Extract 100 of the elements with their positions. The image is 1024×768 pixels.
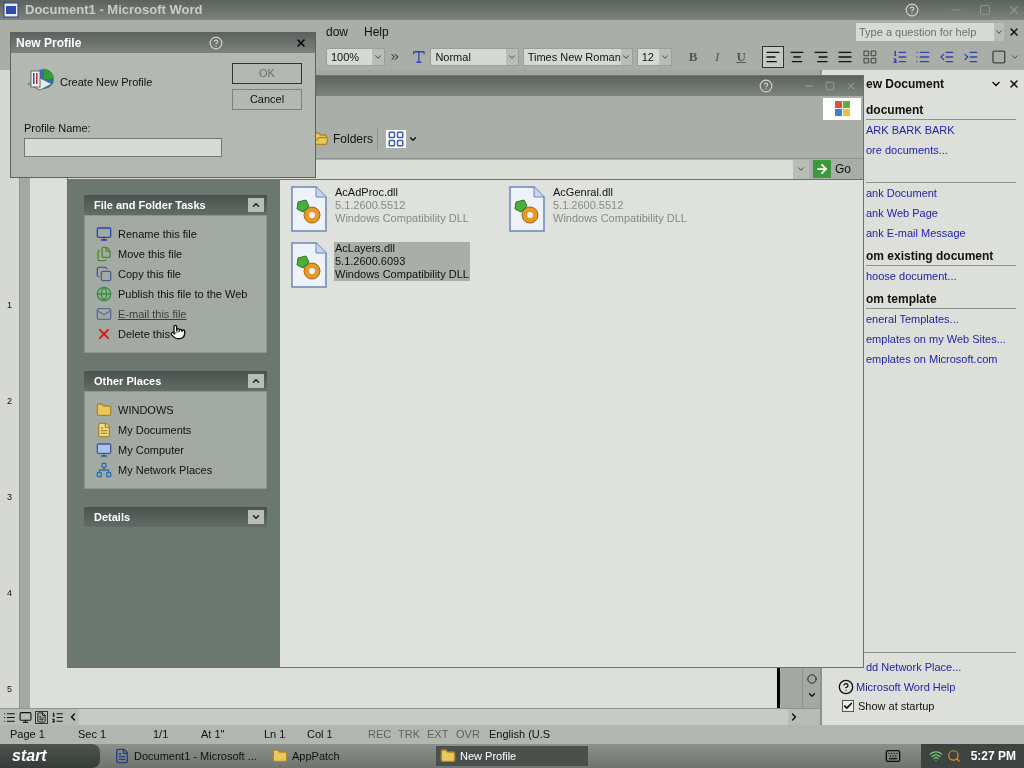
close-icon[interactable] (1008, 26, 1020, 38)
status-field: At 1" (201, 726, 264, 743)
ruler-number: 1 (7, 299, 12, 312)
font-size-combo[interactable]: 12 (636, 48, 673, 66)
help-search-field[interactable]: Type a question for help (856, 23, 1004, 41)
file-label[interactable]: AcAdProc.dll 5.1.2600.5512 Windows Compatibility DLL (334, 186, 470, 225)
status-field: Page 1 (10, 726, 78, 743)
caret-icon (660, 52, 671, 62)
folder-icon (272, 748, 288, 764)
status-field: Sec 1 (78, 726, 153, 743)
task-link[interactable]: Delete this (118, 325, 170, 343)
task-link[interactable]: Move this file (118, 245, 183, 263)
ruler-number: 5 (7, 683, 12, 696)
help-icon[interactable] (209, 36, 223, 50)
status-field: TRK (398, 726, 427, 743)
task-link[interactable]: ore documents... (866, 140, 1016, 160)
task-link[interactable]: ank E-mail Message (866, 223, 1016, 243)
taskbar-button[interactable]: AppPatch (268, 746, 420, 766)
panel-header[interactable]: Details (84, 507, 267, 527)
start-button[interactable]: start (0, 744, 100, 768)
style-combo[interactable]: Normal (430, 48, 519, 66)
styles-icon[interactable] (410, 49, 427, 65)
file-label[interactable]: AcGenral.dll 5.1.2600.5512 Windows Compatibility DLL (552, 186, 688, 225)
panel-header[interactable]: Other Places (84, 371, 267, 391)
status-field: Ln 1 (264, 726, 307, 743)
task-link[interactable]: ank Document (866, 183, 1016, 203)
normal-view-icon[interactable] (3, 710, 16, 724)
network-icon[interactable] (928, 749, 943, 763)
task-pane-title: ew Document (866, 76, 944, 93)
increase-indent-icon[interactable] (962, 49, 979, 65)
status-field: OVR (456, 726, 489, 743)
task-link[interactable]: ank Web Page (866, 203, 1016, 223)
print-layout-icon[interactable] (35, 710, 48, 724)
task-link[interactable]: eneral Templates... (866, 309, 1016, 329)
ruler-number: 2 (7, 395, 12, 408)
border-icon[interactable] (990, 49, 1007, 65)
section-heading: om existing document (866, 247, 1016, 266)
task-link[interactable]: WINDOWS (118, 401, 174, 419)
outline-view-icon[interactable] (51, 710, 64, 724)
mail-icon (96, 306, 112, 322)
horizontal-scrollbar[interactable] (79, 709, 788, 725)
documents-icon (96, 422, 112, 438)
task-link[interactable]: Publish this file to the Web (118, 285, 248, 303)
task-link[interactable]: ARK BARK BARK (866, 120, 1016, 140)
task-link[interactable]: E-mail this file (118, 305, 187, 323)
taskbar-button[interactable]: Document1 - Microsoft ... (110, 746, 262, 766)
task-link[interactable]: My Computer (118, 441, 185, 459)
status-field: English (U.S (489, 726, 579, 743)
views-button[interactable] (386, 128, 418, 150)
more-icon[interactable] (388, 51, 401, 63)
task-link[interactable]: dd Network Place... (866, 658, 962, 676)
next-page-icon[interactable] (806, 690, 817, 700)
delete-icon (96, 326, 112, 342)
clock: 5:27 PM (970, 748, 1016, 765)
font-combo[interactable]: Times New Roman (522, 48, 633, 66)
task-link[interactable]: emplates on Microsoft.com (866, 349, 1016, 369)
cancel-button[interactable]: Cancel (232, 89, 302, 110)
browse-object-icon[interactable] (806, 674, 817, 684)
align-left-button[interactable] (762, 46, 785, 68)
windows-logo (823, 98, 861, 120)
caret-icon (994, 27, 1004, 37)
align-center-icon (789, 49, 806, 65)
status-field: EXT (427, 726, 456, 743)
help-icon[interactable] (905, 3, 919, 17)
task-link[interactable]: Microsoft Word Help (856, 678, 956, 696)
caret-icon (408, 134, 418, 144)
field-label: Profile Name: (24, 121, 92, 136)
dll-file-icon (290, 186, 328, 232)
numbering-icon[interactable] (891, 49, 908, 65)
folder-icon (440, 748, 456, 764)
zoom-combo[interactable]: 100% (326, 48, 385, 66)
keyboard-icon[interactable] (884, 748, 901, 764)
expand-icon (251, 512, 261, 522)
close-icon[interactable] (1008, 78, 1020, 90)
checkbox[interactable] (842, 700, 854, 712)
panel-header[interactable]: File and Folder Tasks (84, 195, 267, 215)
task-link[interactable]: Copy this file (118, 265, 181, 283)
menu-item[interactable]: Help (356, 22, 397, 42)
taskbar-button[interactable]: New Profile (436, 746, 588, 766)
decrease-indent-icon[interactable] (939, 49, 955, 65)
file-label[interactable]: AcLayers.dll 5.1.2600.6093 Windows Compatibility DLL (334, 242, 470, 281)
align-justify-icon (837, 49, 854, 65)
views-icon (386, 130, 406, 148)
collapse-icon (251, 376, 261, 386)
task-link[interactable]: hoose document... (866, 266, 1016, 286)
menu-item[interactable]: dow (318, 22, 356, 42)
task-link[interactable]: emplates on my Web Sites... (866, 329, 1016, 349)
copy-icon (96, 266, 112, 282)
task-link[interactable]: Rename this file (118, 225, 197, 243)
collapse-icon (251, 200, 261, 210)
help-icon[interactable] (759, 79, 773, 93)
web-layout-icon[interactable] (19, 710, 32, 724)
task-link[interactable]: My Network Places (118, 461, 213, 479)
search-icon[interactable] (946, 749, 961, 763)
go-button[interactable]: Go (813, 160, 851, 178)
profile-name-field[interactable] (24, 137, 222, 157)
bullets-icon[interactable] (915, 49, 932, 65)
task-link[interactable]: My Documents (118, 421, 192, 439)
caret-icon (796, 164, 806, 174)
folder-icon (96, 402, 112, 418)
